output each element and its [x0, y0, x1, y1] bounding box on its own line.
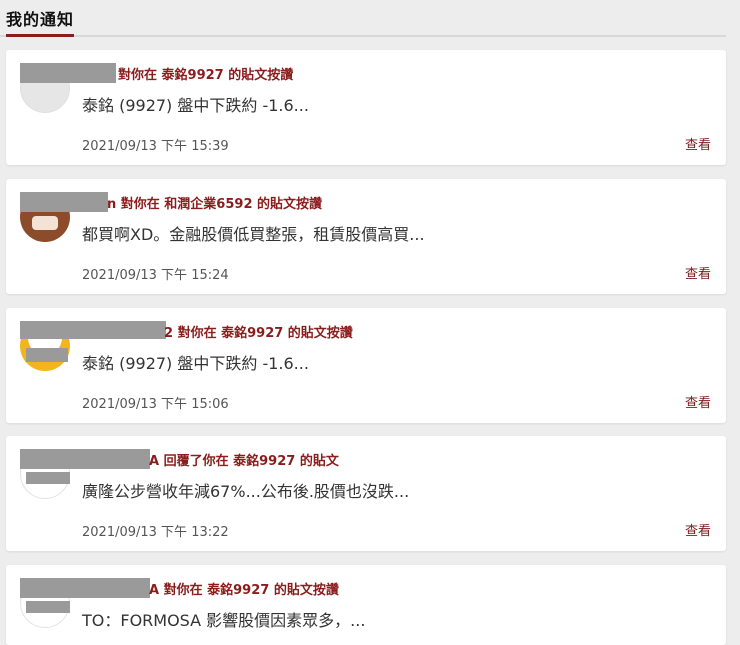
notification-snippet[interactable]: TO：FORMOSA 影響股價因素眾多，... [82, 607, 365, 631]
notification-card[interactable]: A 對你在 泰銘9927 的貼文按讚 TO：FORMOSA 影響股價因素眾多，.… [6, 565, 726, 645]
view-link[interactable]: 查看 [685, 392, 711, 411]
notification-headline[interactable]: n 對你在 和潤企業6592 的貼文按讚 [107, 193, 322, 212]
notification-snippet[interactable]: 廣隆公步營收年減67%...公布後.股價也沒跌... [82, 478, 409, 502]
notification-card[interactable]: 對你在 泰銘9927 的貼文按讚 泰銘 (9927) 盤中下跌約 -1.6...… [6, 50, 726, 165]
notification-time: 2021/09/13 下午 15:06 [82, 397, 229, 412]
page-title: 我的通知 [6, 10, 75, 29]
view-link[interactable]: 查看 [685, 520, 711, 539]
notification-time: 2021/09/13 下午 13:22 [82, 525, 229, 540]
view-link[interactable]: 查看 [685, 263, 711, 282]
notification-time: 2021/09/13 下午 15:24 [82, 268, 229, 283]
page-header: 我的通知 [0, 0, 726, 37]
redacted-username [20, 578, 150, 598]
notification-headline[interactable]: 對你在 泰銘9927 的貼文按讚 [118, 64, 293, 83]
notification-card[interactable]: 2 對你在 泰銘9927 的貼文按讚 泰銘 (9927) 盤中下跌約 -1.6.… [6, 308, 726, 423]
notification-headline[interactable]: A 對你在 泰銘9927 的貼文按讚 [149, 579, 339, 598]
active-tab-underline [6, 34, 74, 37]
redacted-username [20, 449, 150, 469]
notification-snippet[interactable]: 泰銘 (9927) 盤中下跌約 -1.6... [82, 350, 309, 374]
redacted-avatar-part [26, 348, 68, 362]
notification-headline[interactable]: 2 對你在 泰銘9927 的貼文按讚 [164, 322, 353, 341]
notification-snippet[interactable]: 都買啊XD。金融股價低買整張，租賃股價高買... [82, 221, 425, 245]
notification-snippet[interactable]: 泰銘 (9927) 盤中下跌約 -1.6... [82, 92, 309, 116]
view-link[interactable]: 查看 [685, 134, 711, 153]
redacted-avatar-part [26, 472, 70, 484]
redacted-avatar-part [26, 601, 70, 613]
notification-card[interactable]: A 回覆了你在 泰銘9927 的貼文 廣隆公步營收年減67%...公布後.股價也… [6, 436, 726, 551]
redacted-username [20, 63, 116, 83]
notification-card[interactable]: n 對你在 和潤企業6592 的貼文按讚 都買啊XD。金融股價低買整張，租賃股價… [6, 179, 726, 294]
redacted-username [20, 321, 166, 339]
notification-time: 2021/09/13 下午 15:39 [82, 139, 229, 154]
redacted-username [20, 192, 108, 212]
notification-headline[interactable]: A 回覆了你在 泰銘9927 的貼文 [149, 450, 339, 469]
